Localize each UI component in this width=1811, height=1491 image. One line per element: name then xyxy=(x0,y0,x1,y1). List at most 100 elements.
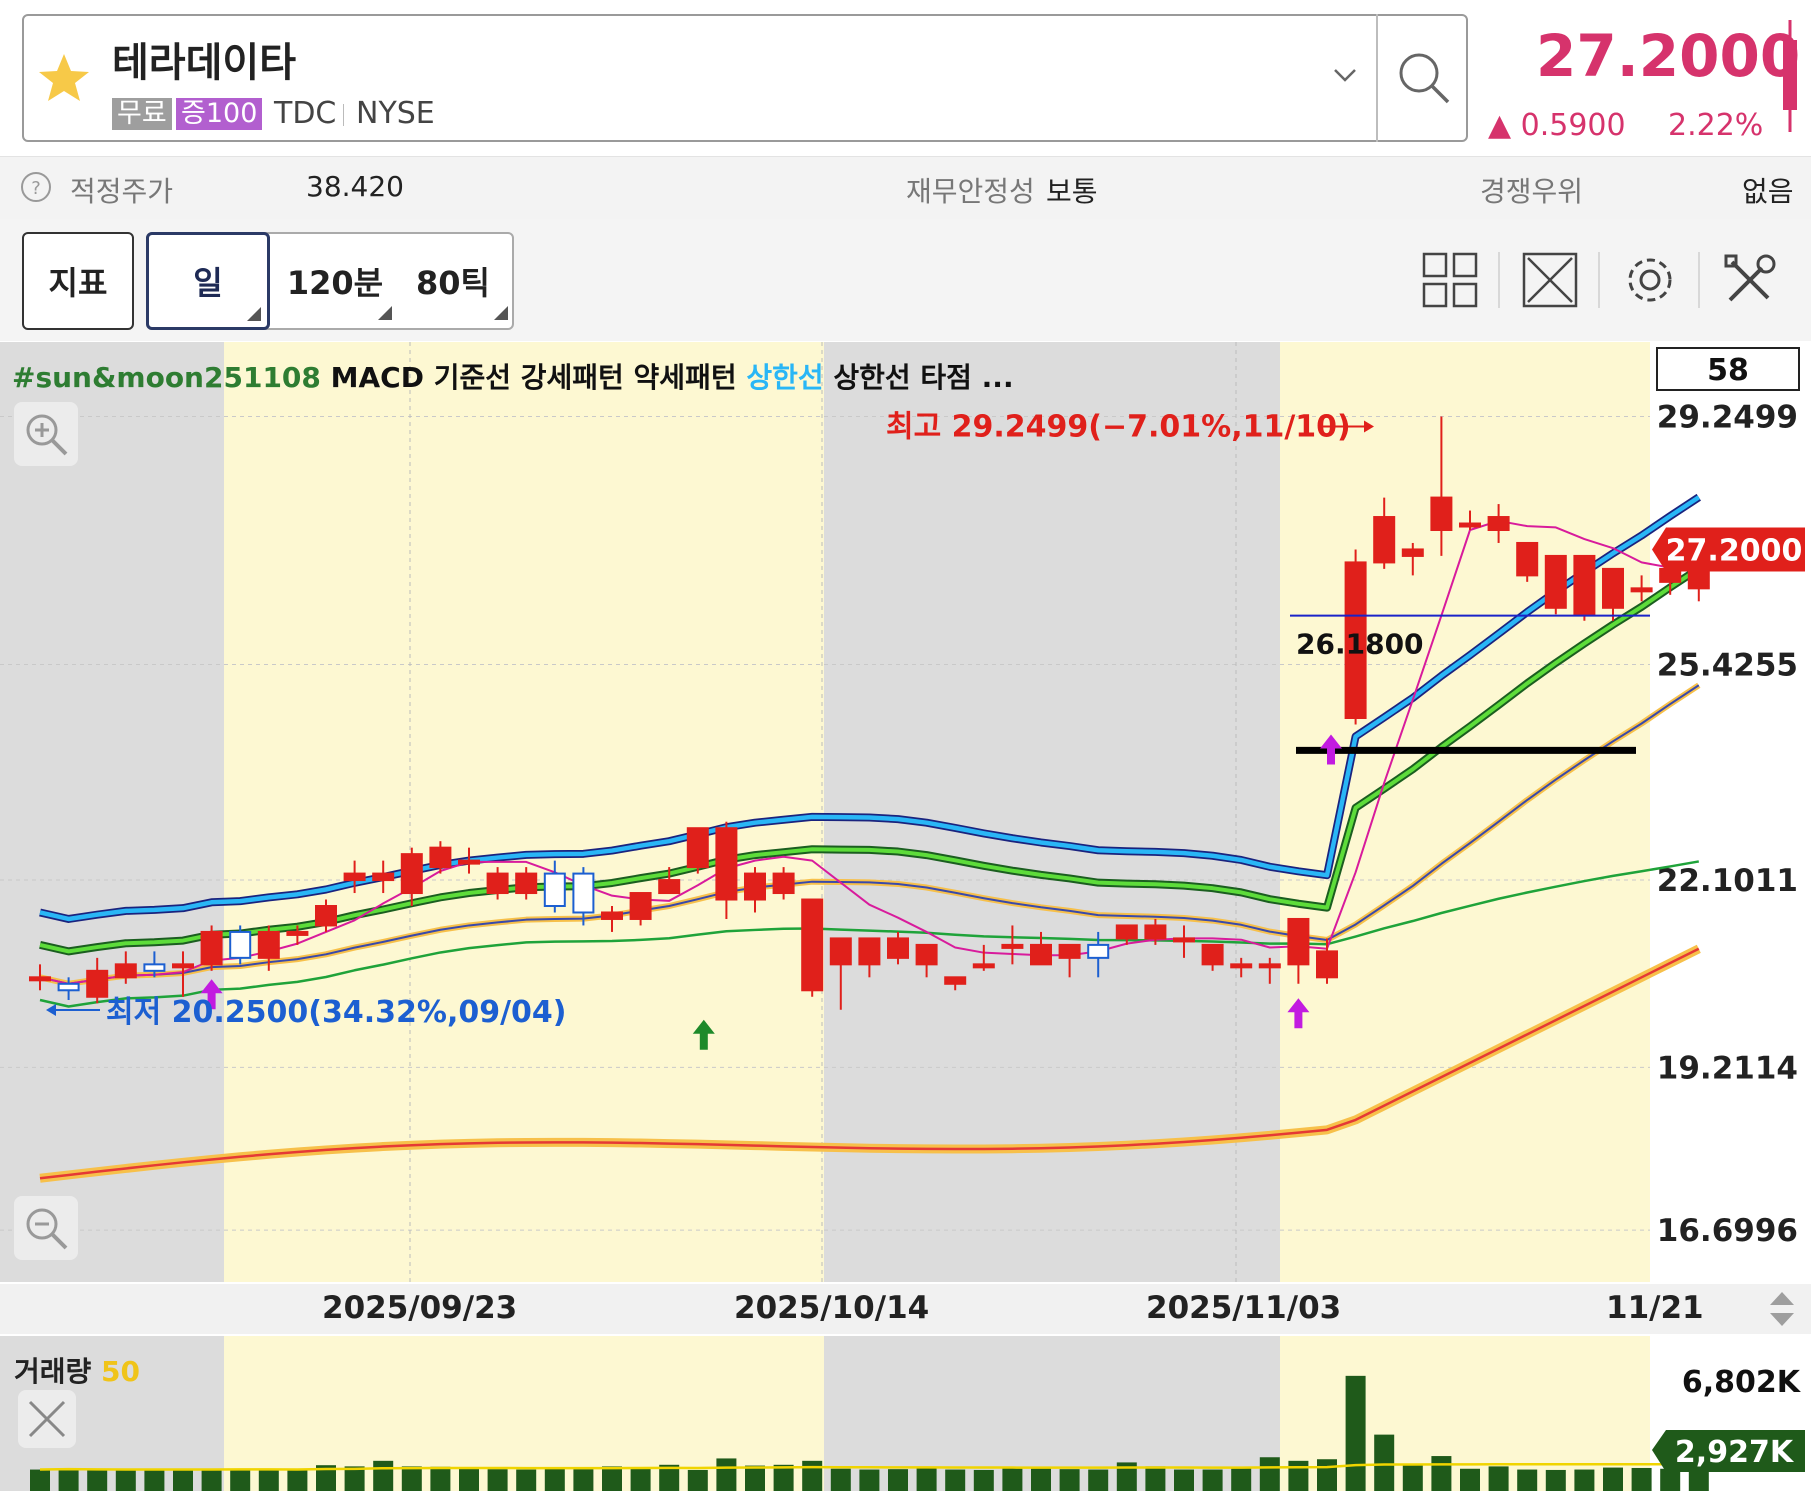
toolbar-divider xyxy=(1598,252,1600,308)
zoom-out-icon[interactable] xyxy=(14,1196,78,1260)
high-annotation: 최고 29.2499(−7.01%,11/10) xyxy=(886,410,1351,445)
period-80tick-label: 80틱 xyxy=(416,264,490,302)
volume-bar xyxy=(1174,1469,1194,1491)
volume-bar xyxy=(1574,1469,1595,1491)
ticker-symbol: TDC xyxy=(274,96,337,131)
volume-tick-label: 6,802K xyxy=(1682,1365,1802,1400)
candle-body xyxy=(1144,924,1167,940)
close-icon[interactable] xyxy=(18,1390,76,1448)
volume-bar xyxy=(258,1469,279,1491)
candle-body xyxy=(1373,516,1396,564)
period-day-label: 일 xyxy=(193,264,223,302)
volume-chart[interactable]: 6,802K 2,927K xyxy=(0,1336,1811,1491)
expand-icon[interactable] xyxy=(1520,250,1580,310)
candle-body xyxy=(887,937,909,959)
volume-bar xyxy=(1431,1456,1452,1491)
volume-bar xyxy=(916,1468,937,1491)
gear-icon[interactable] xyxy=(1620,250,1680,310)
price-change-value: 0.5900 xyxy=(1520,108,1626,143)
candle-body xyxy=(1602,567,1624,609)
volume-bar xyxy=(87,1469,108,1491)
candle-body xyxy=(229,930,252,959)
candle-body xyxy=(1230,963,1253,969)
volume-bar xyxy=(1031,1467,1051,1491)
search-divider xyxy=(1376,14,1378,142)
candle-body xyxy=(486,872,509,895)
volume-bar xyxy=(745,1465,765,1491)
volume-bar xyxy=(1145,1466,1166,1491)
candle-body xyxy=(572,872,595,914)
level-label: 26.1800 xyxy=(1296,628,1424,661)
price-tick-label: 25.4255 xyxy=(1657,647,1798,683)
date-tick: 11/21 xyxy=(1606,1290,1704,1326)
toolbar-divider xyxy=(1498,252,1500,308)
candle-body xyxy=(172,963,194,969)
price-chart[interactable]: 29.2499 25.4255 22.1011 19.2114 16.6996 26.18… xyxy=(0,342,1811,1282)
indicator-legend[interactable]: #sun&moon251108 MACD 기준선 강세패턴 약세패턴 상한선 상… xyxy=(12,356,1014,396)
volume-bar xyxy=(1059,1469,1080,1491)
period-120min-button[interactable]: 120분 xyxy=(276,232,394,330)
search-icon[interactable] xyxy=(1394,48,1454,108)
scroll-updown-icon[interactable] xyxy=(1766,1288,1798,1330)
candle-body xyxy=(1030,943,1052,966)
grid-layout-icon[interactable] xyxy=(1420,250,1480,310)
candle-body xyxy=(629,892,652,920)
volume-bar xyxy=(1202,1469,1223,1491)
candle-body xyxy=(601,911,623,920)
candle-body xyxy=(1058,943,1081,959)
count-box-value: 58 xyxy=(1707,353,1749,388)
candle-body xyxy=(1087,943,1110,959)
period-day-button[interactable]: 일 xyxy=(146,232,270,330)
candle-body xyxy=(658,879,681,895)
fair-price-label: 적정주가 xyxy=(70,175,174,208)
svg-text:?: ? xyxy=(31,178,41,199)
chevron-down-icon[interactable] xyxy=(1332,62,1358,88)
volume-bar xyxy=(1631,1467,1652,1491)
legend-macd: MACD xyxy=(330,361,424,394)
dropdown-corner-icon xyxy=(494,306,508,320)
favorite-star-icon[interactable] xyxy=(36,50,92,106)
tools-icon[interactable] xyxy=(1720,250,1780,310)
candle-body xyxy=(1459,522,1481,528)
indicator-button[interactable]: 지표 xyxy=(22,232,134,330)
margin-badge: 증100 xyxy=(176,98,263,130)
fair-price-value: 38.420 xyxy=(306,170,404,203)
volume-bar xyxy=(1002,1468,1023,1491)
candle-body xyxy=(86,969,109,998)
period-80tick-button[interactable]: 80틱 xyxy=(398,232,508,330)
legend-upper-hit: 상한선 타점 ... xyxy=(833,361,1014,394)
volume-bar xyxy=(430,1466,451,1491)
volume-bar xyxy=(173,1469,193,1491)
low-annotation: 최저 20.2500(34.32%,09/04) xyxy=(106,995,567,1030)
price-tick-label: 16.6996 xyxy=(1657,1213,1798,1249)
volume-bar xyxy=(544,1467,565,1491)
candle-body xyxy=(1258,963,1281,969)
volume-bar xyxy=(830,1468,851,1491)
candle-body xyxy=(744,872,766,901)
candle-body xyxy=(686,827,709,869)
ticker-separator xyxy=(343,104,344,126)
legend-base: 기준선 xyxy=(433,361,511,394)
volume-bar xyxy=(115,1469,136,1491)
free-badge: 무료 xyxy=(112,98,172,130)
volume-bar xyxy=(1288,1460,1309,1491)
stability-value: 보통 xyxy=(1046,175,1098,208)
help-icon[interactable]: ? xyxy=(20,171,52,203)
volume-bar xyxy=(716,1458,737,1491)
date-tick: 2025/11/03 xyxy=(1146,1290,1342,1326)
candle-body xyxy=(1544,554,1567,609)
volume-bar xyxy=(58,1468,79,1491)
candle-body xyxy=(1430,496,1453,532)
volume-bar xyxy=(230,1468,251,1491)
candle-body xyxy=(972,963,995,969)
volume-bar xyxy=(1345,1375,1366,1491)
volume-legend: 거래량 50 xyxy=(14,1350,140,1390)
stock-name: 테라데이타 xyxy=(112,40,296,86)
volume-bar xyxy=(602,1466,622,1491)
legend-strong: 강세패턴 xyxy=(520,361,624,394)
candle-body xyxy=(944,976,967,985)
advantage-value: 없음 xyxy=(1742,175,1794,208)
candle-body xyxy=(1201,943,1224,966)
volume-bar xyxy=(459,1467,479,1491)
zoom-in-icon[interactable] xyxy=(14,402,78,466)
